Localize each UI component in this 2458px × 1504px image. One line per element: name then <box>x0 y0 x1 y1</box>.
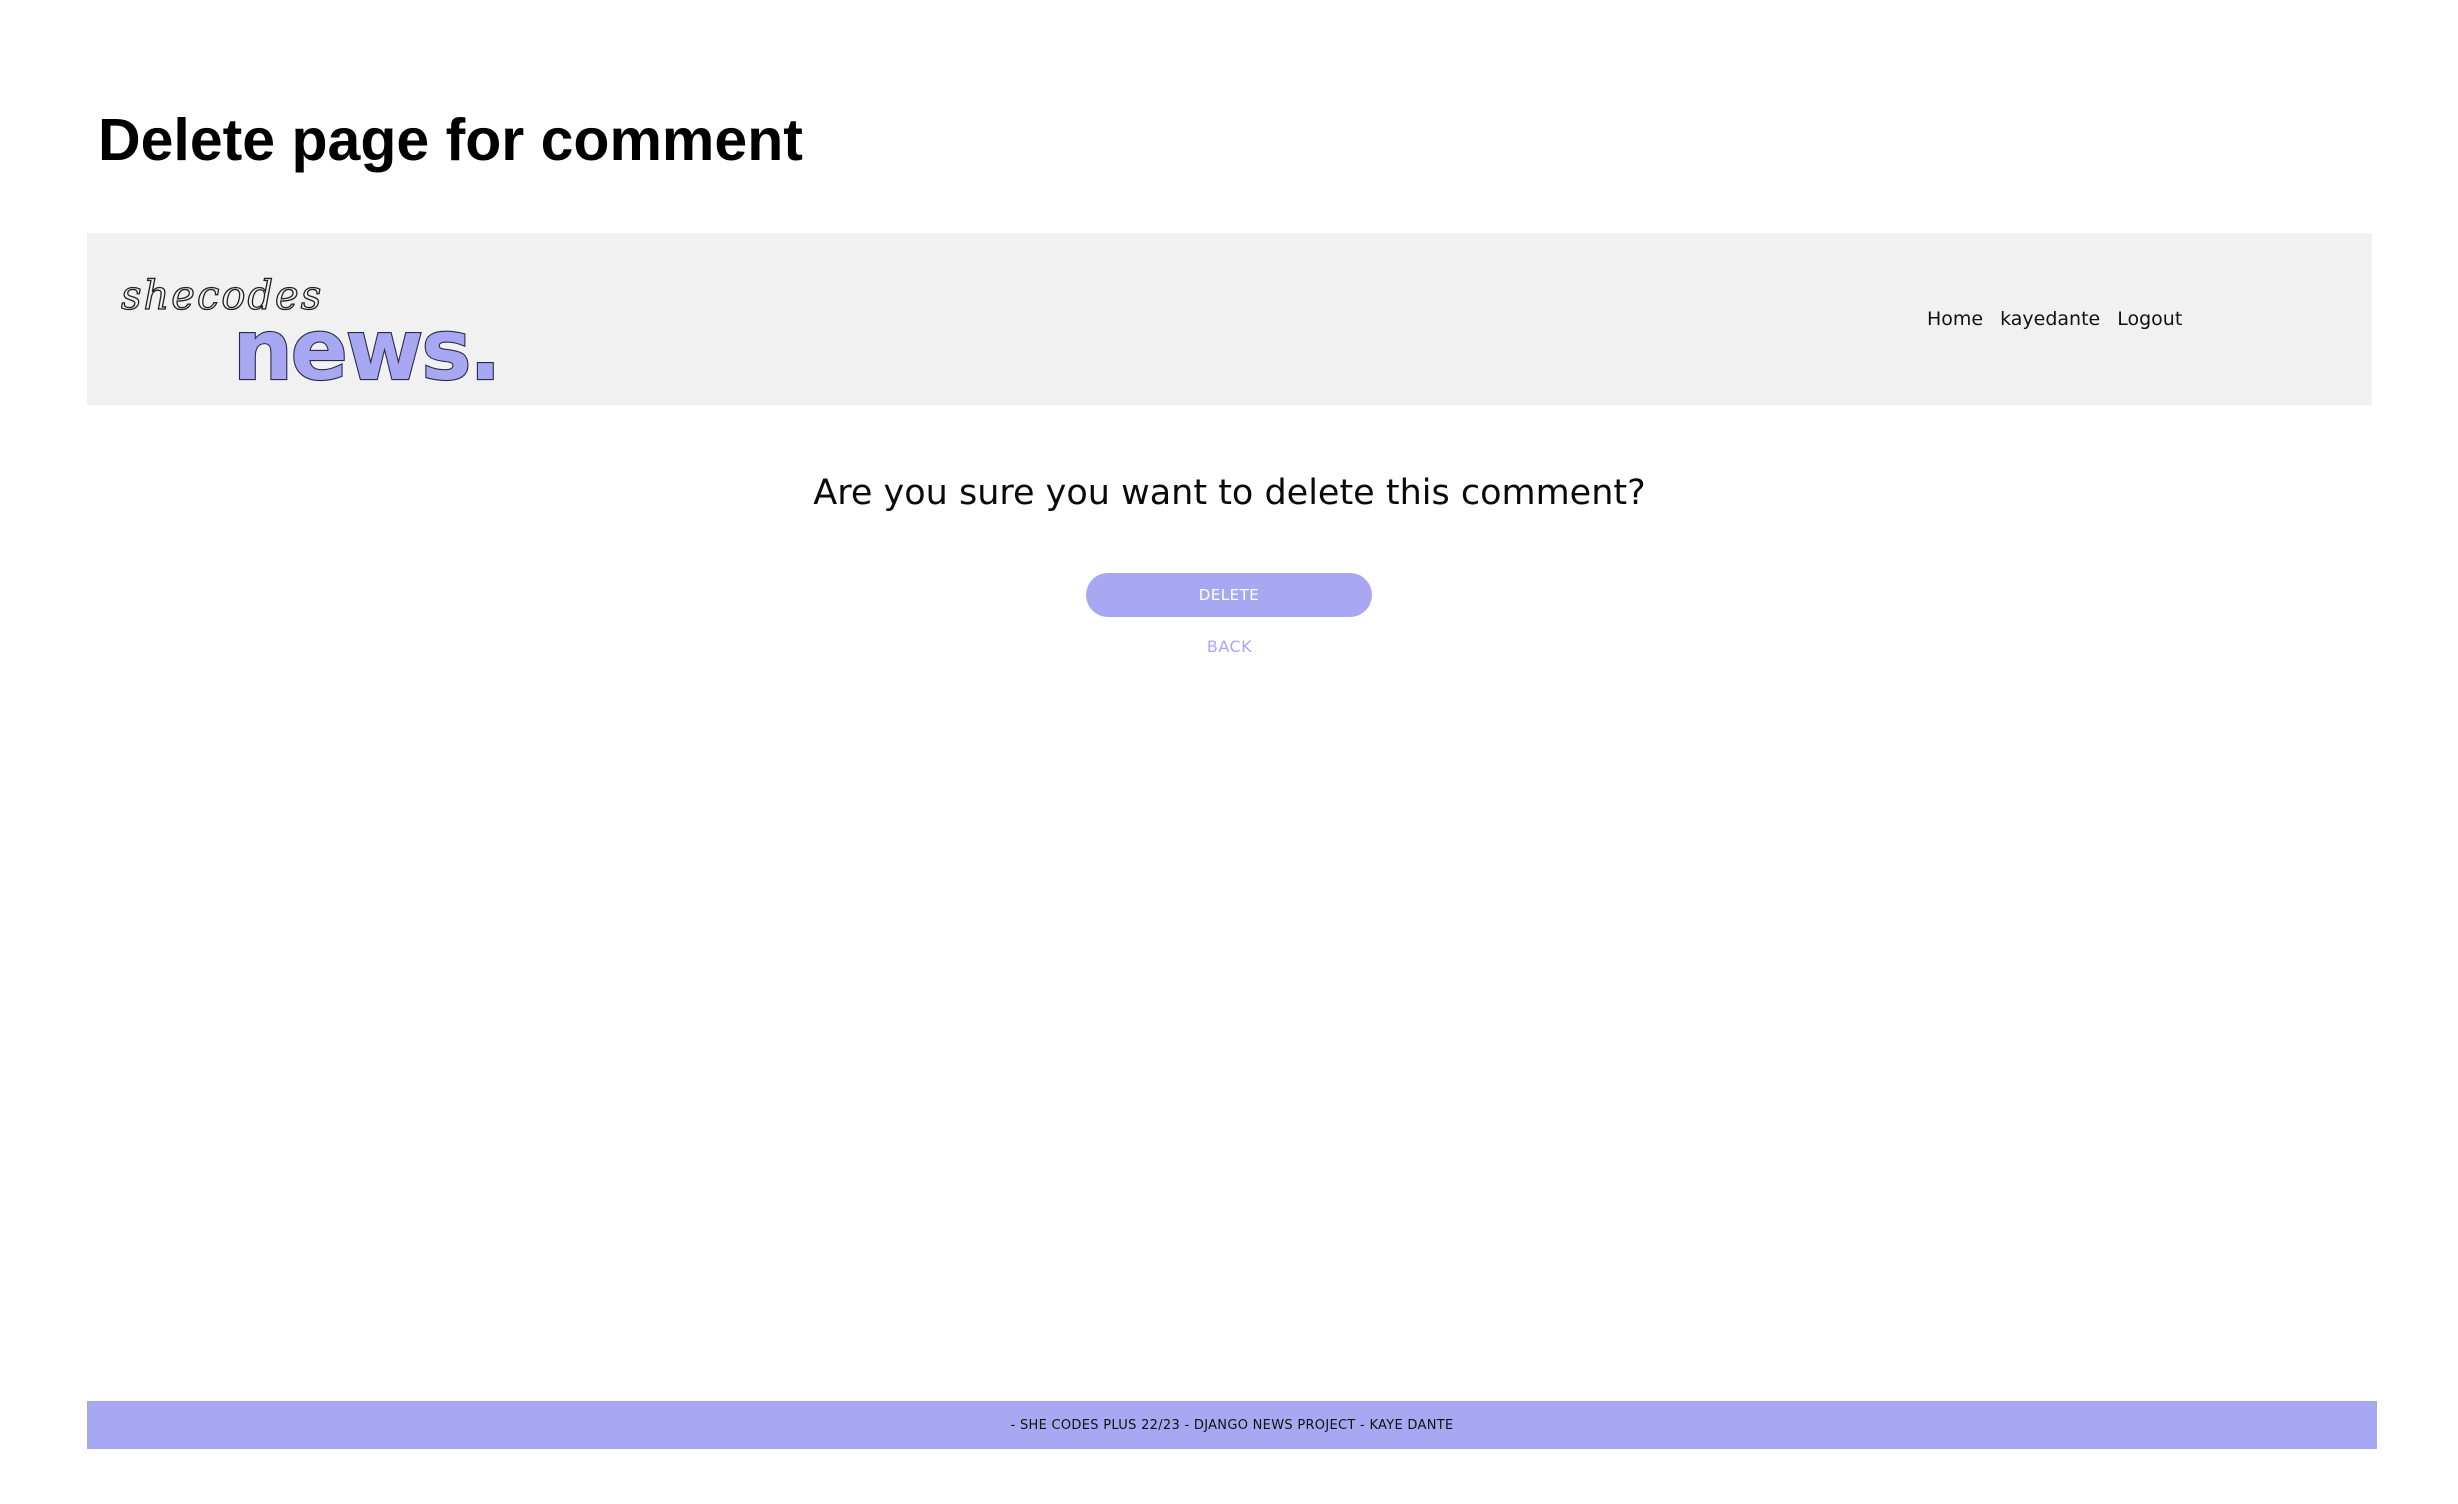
page-title: Delete page for comment <box>98 107 803 173</box>
nav-user-link[interactable]: kayedante <box>2000 305 2100 333</box>
site-footer: - SHE CODES PLUS 22/23 - DJANGO NEWS PRO… <box>87 1401 2377 1449</box>
nav-logout-link[interactable]: Logout <box>2117 305 2182 333</box>
site-logo[interactable]: shecodes news. <box>121 265 521 393</box>
footer-text: - SHE CODES PLUS 22/23 - DJANGO NEWS PRO… <box>1010 1418 1454 1433</box>
back-link[interactable]: BACK <box>1207 637 1252 656</box>
site-header: shecodes news. Home kayedante Logout <box>87 233 2372 405</box>
logo-graphic: shecodes news. <box>121 272 502 393</box>
main-nav: Home kayedante Logout <box>1927 305 2182 333</box>
nav-home-link[interactable]: Home <box>1927 305 1983 333</box>
delete-button[interactable]: DELETE <box>1086 573 1372 617</box>
delete-confirmation-question: Are you sure you want to delete this com… <box>813 473 1646 513</box>
back-link-container: BACK <box>87 637 2372 657</box>
site-preview: shecodes news. Home kayedante Logout Are… <box>87 233 2377 1449</box>
logo-brand-text: news. <box>233 301 499 393</box>
